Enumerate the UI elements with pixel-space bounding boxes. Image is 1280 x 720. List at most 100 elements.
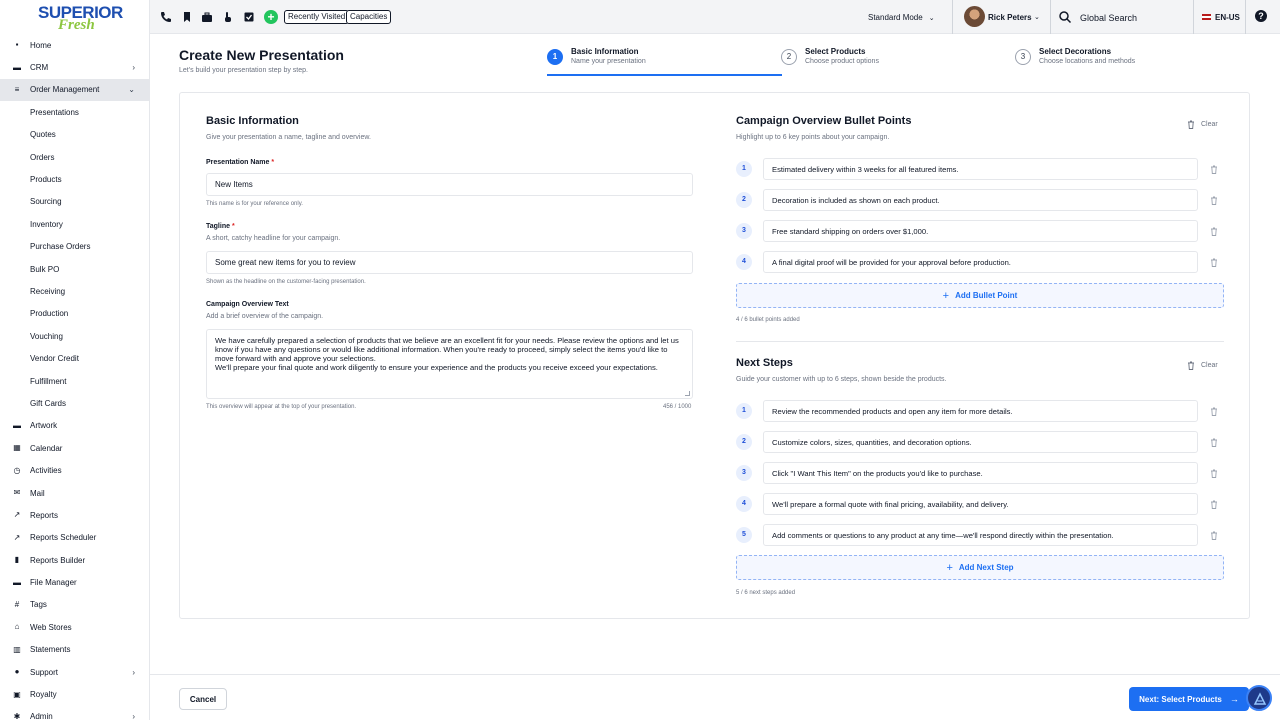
sidebar-item-purchase-orders[interactable]: Purchase Orders — [0, 236, 149, 258]
next-step-input[interactable]: Review the recommended products and open… — [763, 400, 1198, 422]
chevron-down-icon[interactable]: ⌄ — [1034, 13, 1040, 21]
overview-textarea[interactable]: We have carefully prepared a selection o… — [206, 329, 693, 399]
cancel-button[interactable]: Cancel — [179, 688, 227, 710]
bullets-subtitle: Highlight up to 6 key points about your … — [736, 134, 890, 141]
brand-logo[interactable]: SUPERIOR Fresh — [36, 2, 123, 34]
hand-icon[interactable] — [222, 11, 234, 23]
bullet-input[interactable]: Decoration is included as shown on each … — [763, 189, 1198, 211]
next-step-input[interactable]: We'll prepare a formal quote with final … — [763, 493, 1198, 515]
sidebar-item-gift-cards[interactable]: Gift Cards — [0, 392, 149, 414]
home-icon: ▪ — [15, 40, 19, 50]
trash-icon[interactable] — [1210, 196, 1218, 205]
sidebar-item-fulfillment[interactable]: Fulfillment — [0, 370, 149, 392]
divider — [1193, 0, 1194, 34]
bullet-input[interactable]: Estimated delivery within 3 weeks for al… — [763, 158, 1198, 180]
next-step-input[interactable]: Add comments or questions to any product… — [763, 524, 1198, 546]
trend-icon: ↗ — [13, 532, 21, 542]
recently-visited-button[interactable]: Recently Visited — [284, 10, 350, 24]
mail-icon: ✉ — [13, 488, 21, 497]
sidebar-item-home[interactable]: ▪ Home — [0, 34, 149, 56]
sidebar-item-label: Vouching — [30, 331, 63, 341]
clear-next-steps-button[interactable]: Clear — [1187, 361, 1218, 370]
sidebar-item-reports[interactable]: ↗ Reports — [0, 504, 149, 526]
language-selector[interactable]: EN-US — [1202, 13, 1240, 22]
assistant-fab[interactable] — [1246, 685, 1272, 711]
sidebar-item-support[interactable]: ● Support › — [0, 661, 149, 683]
next-select-products-button[interactable]: Next: Select Products → — [1129, 687, 1249, 711]
add-next-step-button[interactable]: + Add Next Step — [736, 555, 1224, 580]
quick-add-button[interactable]: + — [264, 10, 278, 24]
trash-icon[interactable] — [1210, 165, 1218, 174]
sidebar-item-label: Receiving — [30, 286, 66, 296]
help-icon[interactable]: ? — [1255, 10, 1267, 22]
presentation-name-input[interactable]: New Items — [206, 173, 693, 196]
sidebar-item-label: Reports Scheduler — [30, 533, 97, 543]
sidebar-item-web-stores[interactable]: ⌂ Web Stores — [0, 616, 149, 638]
sidebar-item-vendor-credit[interactable]: Vendor Credit — [0, 347, 149, 369]
sidebar-item-tags[interactable]: # Tags — [0, 594, 149, 616]
sidebar-item-presentations[interactable]: Presentations — [0, 101, 149, 123]
chevron-down-icon: ⌄ — [128, 85, 135, 95]
briefcase-icon[interactable] — [201, 11, 213, 23]
footer-bar: Cancel Next: Select Products → — [150, 674, 1280, 720]
trash-icon[interactable] — [1210, 258, 1218, 267]
trash-icon[interactable] — [1210, 531, 1218, 540]
next-step-input[interactable]: Click "I Want This Item" on the products… — [763, 462, 1198, 484]
sidebar-item-label: Vendor Credit — [30, 354, 79, 364]
trash-icon[interactable] — [1210, 227, 1218, 236]
sidebar-item-order-management[interactable]: ≡ Order Management ⌄ — [0, 78, 149, 102]
clear-bullets-button[interactable]: Clear — [1187, 120, 1218, 129]
sidebar-item-vouching[interactable]: Vouching — [0, 325, 149, 347]
sidebar-item-file-manager[interactable]: ▬ File Manager — [0, 571, 149, 593]
sidebar-item-inventory[interactable]: Inventory — [0, 213, 149, 235]
hash-icon: # — [14, 599, 20, 609]
chevron-right-icon: › — [132, 712, 135, 720]
add-bullet-button[interactable]: + Add Bullet Point — [736, 283, 1224, 308]
sidebar-item-reports-scheduler[interactable]: ↗ Reports Scheduler — [0, 527, 149, 549]
search-icon[interactable] — [1058, 10, 1072, 24]
sidebar-item-artwork[interactable]: ▬ Artwork — [0, 415, 149, 437]
next-steps-subtitle: Guide your customer with up to 6 steps, … — [736, 376, 947, 383]
sidebar-item-mail[interactable]: ✉ Mail — [0, 482, 149, 504]
user-name[interactable]: Rick Peters — [988, 13, 1032, 22]
sidebar-item-statements[interactable]: ▥ Statements — [0, 639, 149, 661]
sidebar-item-quotes[interactable]: Quotes — [0, 124, 149, 146]
flag-icon — [1202, 14, 1211, 20]
page-title: Create New Presentation — [179, 47, 344, 63]
sidebar-item-crm[interactable]: ▬ CRM › — [0, 56, 149, 78]
sidebar-item-receiving[interactable]: Receiving — [0, 280, 149, 302]
trash-icon[interactable] — [1210, 438, 1218, 447]
bookmark-icon[interactable] — [181, 11, 193, 23]
sidebar-item-label: Presentations — [30, 107, 79, 117]
capacities-button[interactable]: Capacities — [346, 10, 392, 24]
sidebar-item-production[interactable]: Production — [0, 303, 149, 325]
phone-icon[interactable] — [160, 11, 172, 23]
overview-paragraph: We have carefully prepared a selection o… — [215, 336, 679, 363]
sidebar-item-activities[interactable]: ◷ Activities — [0, 459, 149, 481]
mode-selector[interactable]: Standard Mode ⌄ — [868, 13, 935, 22]
bullet-input[interactable]: A final digital proof will be provided f… — [763, 251, 1198, 273]
presentation-name-label: Presentation Name * — [206, 159, 274, 166]
global-search-input[interactable]: Global Search — [1080, 13, 1137, 23]
trash-icon[interactable] — [1210, 469, 1218, 478]
step-number: 1 — [547, 49, 563, 65]
resize-handle[interactable] — [685, 391, 690, 396]
next-step-input[interactable]: Customize colors, sizes, quantities, and… — [763, 431, 1198, 453]
sidebar-item-products[interactable]: Products — [0, 168, 149, 190]
sidebar-item-orders[interactable]: Orders — [0, 146, 149, 168]
trash-icon[interactable] — [1210, 407, 1218, 416]
checklist-icon[interactable] — [243, 11, 255, 23]
trash-icon[interactable] — [1210, 500, 1218, 509]
sidebar-item-royalty[interactable]: ▣ Royalty — [0, 683, 149, 705]
sidebar-item-reports-builder[interactable]: ▮ Reports Builder — [0, 549, 149, 571]
user-avatar[interactable] — [964, 6, 985, 27]
sidebar-item-sourcing[interactable]: Sourcing — [0, 191, 149, 213]
tagline-input[interactable]: Some great new items for you to review — [206, 251, 693, 274]
sidebar-item-label: Quotes — [30, 130, 56, 140]
sidebar-item-bulk-po[interactable]: Bulk PO — [0, 258, 149, 280]
step-number: 3 — [1015, 49, 1031, 65]
bullet-input[interactable]: Free standard shipping on orders over $1… — [763, 220, 1198, 242]
sidebar-item-admin[interactable]: ✱ Admin › — [0, 706, 149, 720]
overview-char-count: 456 / 1000 — [663, 404, 692, 410]
sidebar-item-calendar[interactable]: ▦ Calendar — [0, 437, 149, 459]
